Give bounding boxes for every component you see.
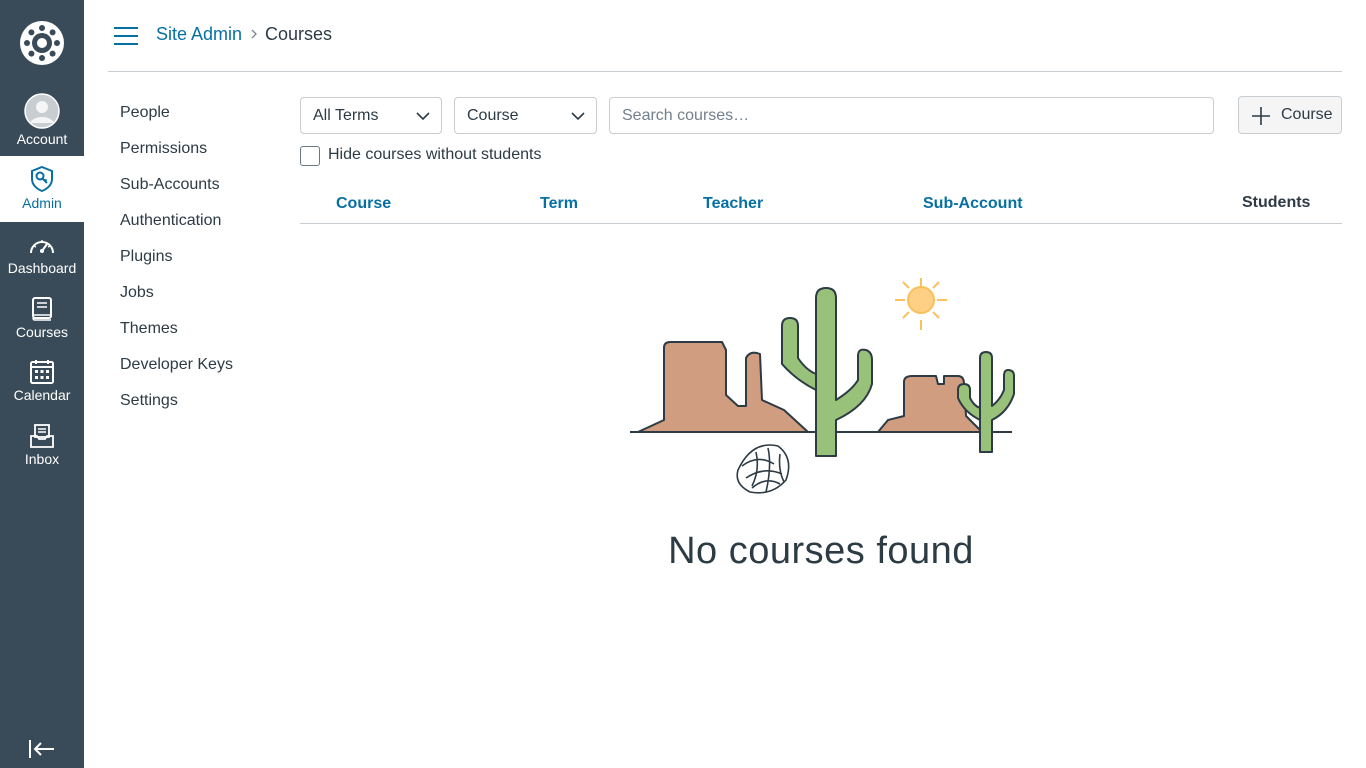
- nav-label-dashboard: Dashboard: [7, 260, 77, 276]
- nav-label-calendar: Calendar: [13, 387, 71, 403]
- admin-subnav: People Permissions Sub-Accounts Authenti…: [120, 102, 233, 426]
- subnav-item-permissions[interactable]: Permissions: [120, 138, 233, 174]
- admin-shield-icon: [31, 165, 53, 193]
- add-course-button[interactable]: Course: [1238, 96, 1342, 134]
- collapse-nav-icon[interactable]: [28, 738, 56, 760]
- nav-item-account[interactable]: Account: [0, 90, 84, 156]
- column-header-students: Students: [1242, 194, 1311, 211]
- hide-courses-label[interactable]: Hide courses without students: [328, 146, 541, 164]
- subnav-item-plugins[interactable]: Plugins: [120, 246, 233, 282]
- subnav-item-sub-accounts[interactable]: Sub-Accounts: [120, 174, 233, 210]
- courses-book-icon: [32, 297, 52, 321]
- page-header: Site Admin Courses: [108, 0, 1342, 72]
- type-select[interactable]: Course: [454, 97, 597, 134]
- breadcrumb-site-admin-link[interactable]: Site Admin: [156, 24, 242, 45]
- chevron-down-icon: [416, 112, 430, 121]
- chevron-down-icon: [571, 112, 585, 121]
- type-select-value: Course: [467, 107, 519, 124]
- dashboard-gauge-icon: [30, 240, 54, 254]
- nav-label-inbox: Inbox: [24, 451, 60, 467]
- subnav-item-people[interactable]: People: [120, 102, 233, 138]
- column-header-teacher[interactable]: Teacher: [703, 195, 763, 213]
- nav-label-courses: Courses: [15, 324, 69, 340]
- subnav-item-authentication[interactable]: Authentication: [120, 210, 233, 246]
- search-courses-input[interactable]: [609, 97, 1214, 134]
- hide-courses-checkbox[interactable]: [300, 146, 320, 166]
- avatar-icon: [24, 93, 60, 129]
- nav-label-admin: Admin: [22, 195, 62, 211]
- nav-item-courses[interactable]: Courses: [0, 294, 84, 352]
- canvas-logo-icon[interactable]: [20, 21, 64, 65]
- hamburger-menu-icon[interactable]: [113, 26, 139, 46]
- column-header-sub-account[interactable]: Sub-Account: [923, 195, 1023, 213]
- empty-state-message: No courses found: [668, 530, 974, 572]
- plus-icon: [1252, 107, 1270, 125]
- nav-item-calendar[interactable]: Calendar: [0, 358, 84, 416]
- term-select-value: All Terms: [313, 107, 379, 124]
- courses-table-header: Course Term Teacher Sub-Account Students: [300, 186, 1342, 224]
- nav-item-admin[interactable]: Admin: [0, 156, 84, 222]
- nav-label-account: Account: [16, 131, 68, 147]
- column-header-term[interactable]: Term: [540, 195, 578, 213]
- inbox-icon: [30, 424, 54, 448]
- column-header-course[interactable]: Course: [336, 195, 391, 213]
- term-select[interactable]: All Terms: [300, 97, 442, 134]
- subnav-item-jobs[interactable]: Jobs: [120, 282, 233, 318]
- nav-item-dashboard[interactable]: Dashboard: [0, 230, 84, 288]
- calendar-icon: [30, 360, 54, 384]
- tumbleweed-icon: [736, 444, 790, 494]
- desert-illustration-icon: [630, 278, 1015, 494]
- subnav-item-developer-keys[interactable]: Developer Keys: [120, 354, 233, 390]
- global-nav: Account Admin Dashboard Courses Calendar…: [0, 0, 84, 768]
- add-course-label: Course: [1281, 106, 1333, 123]
- subnav-item-themes[interactable]: Themes: [120, 318, 233, 354]
- nav-item-inbox[interactable]: Inbox: [0, 422, 84, 480]
- subnav-item-settings[interactable]: Settings: [120, 390, 233, 426]
- breadcrumb-current: Courses: [265, 24, 333, 44]
- breadcrumb-chevron-icon: [251, 29, 257, 39]
